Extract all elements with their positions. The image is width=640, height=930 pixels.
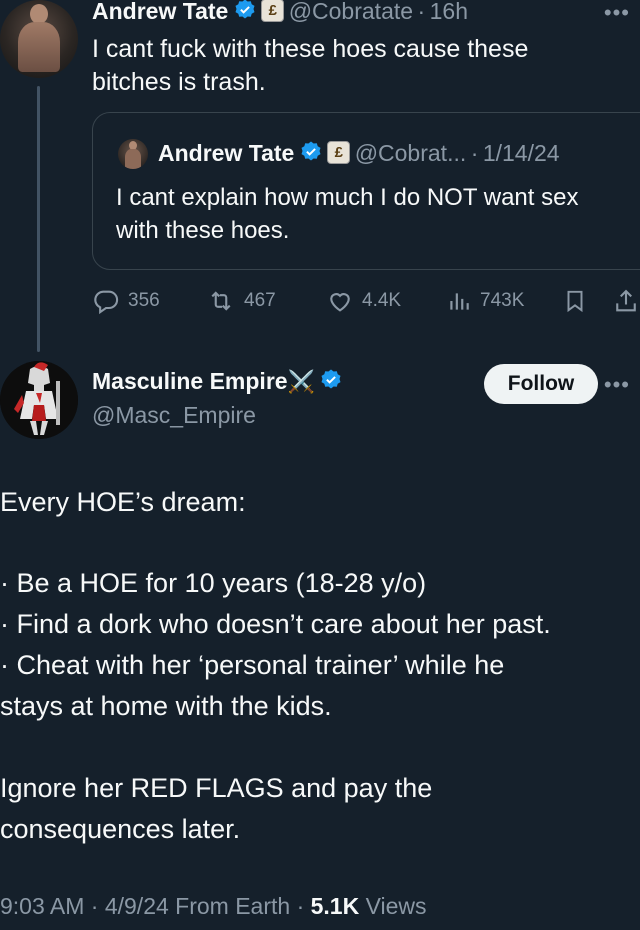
reply-text: I cant fuck with these hoes cause these … <box>92 35 529 96</box>
analytics-icon <box>450 293 469 310</box>
main-text-line: · Be a HOE for 10 years (18-28 y/o) <box>0 568 427 598</box>
views-action[interactable]: 743K <box>446 287 524 315</box>
verified-badge-icon <box>235 0 255 19</box>
affiliate-badge-icon: £ <box>327 141 351 164</box>
reply-timestamp[interactable]: 16h <box>430 0 468 24</box>
follow-button[interactable]: Follow <box>484 364 598 404</box>
reply-author-handle[interactable]: @Cobratate <box>289 0 413 24</box>
affiliate-badge-icon: £ <box>261 0 285 22</box>
quote-date: 1/14/24 <box>482 140 560 166</box>
main-text-line: consequences later. <box>0 814 241 844</box>
main-text-line: · Cheat with her ‘personal trainer’ whil… <box>0 650 505 680</box>
like-action[interactable]: 4.4K <box>326 287 401 315</box>
bookmark-action[interactable] <box>562 287 588 315</box>
more-options-icon[interactable]: ••• <box>604 372 630 398</box>
bookmark-icon <box>567 290 583 313</box>
main-text-line: Every HOE’s dream: <box>0 487 246 517</box>
repost-count: 467 <box>244 290 276 311</box>
main-author-name[interactable]: Masculine Empire <box>92 368 288 394</box>
reply-count: 356 <box>128 290 160 311</box>
views-label: Views <box>359 893 427 919</box>
main-text-line: · Find a dork who doesn’t care about her… <box>0 609 551 639</box>
andrew-tate-avatar[interactable] <box>0 0 78 78</box>
view-count: 743K <box>480 290 525 311</box>
quote-header: Andrew Tate £ @Cobrat... · 1/14/24 <box>158 140 560 166</box>
reply-separator: · <box>417 0 426 24</box>
tweet-metadata: 9:03 AM · 4/9/24 From Earth · 5.1K Views <box>0 893 427 920</box>
post-timestamp[interactable]: 9:03 AM · 4/9/24 From Earth · <box>0 893 311 919</box>
main-text-line: Ignore her RED FLAGS and pay the <box>0 773 433 803</box>
repost-icon <box>211 291 231 311</box>
quote-text: I cant explain how much I do NOT want se… <box>116 184 579 244</box>
thread-connector-line <box>37 86 40 352</box>
share-action[interactable] <box>612 287 640 315</box>
verified-badge-icon <box>301 141 321 161</box>
main-header: Masculine Empire⚔️ <box>92 368 343 395</box>
views-count: 5.1K <box>310 893 360 919</box>
heart-icon <box>330 293 350 312</box>
main-text-line: stays at home with the kids. <box>0 691 332 721</box>
like-count: 4.4K <box>362 290 402 311</box>
share-icon <box>616 289 636 312</box>
quote-author-name: Andrew Tate <box>158 140 295 166</box>
reply-header: Andrew Tate £ @Cobratate · 16h <box>92 0 468 25</box>
more-options-icon[interactable]: ••• <box>604 0 630 26</box>
main-author-handle[interactable]: @Masc_Empire <box>92 402 256 429</box>
reply-author-name[interactable]: Andrew Tate <box>92 0 228 24</box>
reply-action[interactable]: 356 <box>92 287 160 315</box>
masculine-empire-avatar[interactable] <box>0 361 78 439</box>
crossed-swords-icon: ⚔️ <box>287 369 315 394</box>
reply-icon <box>94 290 119 315</box>
quote-author-avatar <box>118 139 148 169</box>
spartan-warrior-logo-icon <box>0 361 78 439</box>
verified-badge-icon <box>321 369 341 389</box>
repost-action[interactable]: 467 <box>206 287 276 315</box>
quote-author-handle: @Cobrat... <box>354 140 467 166</box>
